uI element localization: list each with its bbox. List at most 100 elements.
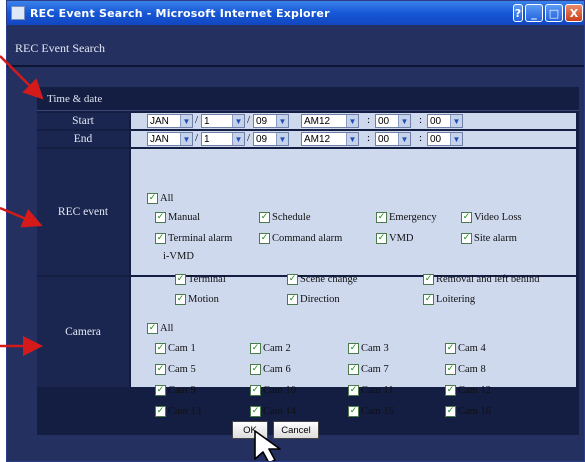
checkmark-icon: ✓ xyxy=(287,293,298,305)
cam-1-checkbox[interactable]: ✓ Cam 1 xyxy=(155,341,196,355)
date-separator: / xyxy=(247,132,251,144)
checkbox-label: Cam 11 xyxy=(361,384,394,396)
camera-all-checkbox[interactable]: ✓ All xyxy=(147,321,173,335)
cam-10-checkbox[interactable]: ✓ Cam 10 xyxy=(250,383,296,397)
end-label: End xyxy=(37,131,129,147)
start-minute-select[interactable]: 00 ▼ xyxy=(375,114,411,128)
start-hour-select[interactable]: AM12 ▼ xyxy=(301,114,359,128)
end-month-value: JAN xyxy=(150,133,169,145)
checkbox-label: Cam 7 xyxy=(361,363,389,375)
ivmd-direction-checkbox[interactable]: ✓ Direction xyxy=(287,292,340,306)
cam-9-checkbox[interactable]: ✓ Cam 9 xyxy=(155,383,196,397)
page-title: REC Event Search xyxy=(15,41,105,55)
checkmark-icon: ✓ xyxy=(287,273,298,285)
event-vmd-checkbox[interactable]: ✓ VMD xyxy=(376,231,414,245)
end-second-value: 00 xyxy=(430,133,442,145)
cam-6-checkbox[interactable]: ✓ Cam 6 xyxy=(250,362,291,376)
end-hour-select[interactable]: AM12 ▼ xyxy=(301,132,359,146)
date-separator: / xyxy=(195,132,199,144)
checkbox-label: All xyxy=(160,322,174,334)
event-manual-checkbox[interactable]: ✓ Manual xyxy=(155,210,200,224)
checkmark-icon: ✓ xyxy=(155,211,166,223)
chevron-down-icon: ▼ xyxy=(450,115,462,127)
close-button[interactable]: X xyxy=(565,4,583,22)
checkbox-label: All xyxy=(160,192,174,204)
cam-2-checkbox[interactable]: ✓ Cam 2 xyxy=(250,341,291,355)
checkmark-icon: ✓ xyxy=(259,211,270,223)
title-bar: REC Event Search - Microsoft Internet Ex… xyxy=(7,1,584,25)
checkmark-icon: ✓ xyxy=(348,342,359,354)
event-terminal-alarm-checkbox[interactable]: ✓ Terminal alarm xyxy=(155,231,232,245)
start-month-value: JAN xyxy=(150,115,169,127)
checkbox-label: Cam 9 xyxy=(168,384,196,396)
event-command-alarm-checkbox[interactable]: ✓ Command alarm xyxy=(259,231,342,245)
event-schedule-checkbox[interactable]: ✓ Schedule xyxy=(259,210,311,224)
time-separator: : xyxy=(367,114,371,126)
checkmark-icon: ✓ xyxy=(250,342,261,354)
start-label: Start xyxy=(37,113,129,129)
end-second-select[interactable]: 00 ▼ xyxy=(427,132,463,146)
checkbox-label: Removal and left behind xyxy=(436,273,540,285)
divider xyxy=(7,65,584,67)
ivmd-scene-change-checkbox[interactable]: ✓ Scene change xyxy=(287,272,357,286)
checkbox-label: Video Loss xyxy=(474,211,522,223)
chevron-down-icon: ▼ xyxy=(180,115,192,127)
help-button[interactable]: ? xyxy=(513,4,523,22)
event-emergency-checkbox[interactable]: ✓ Emergency xyxy=(376,210,437,224)
checkmark-icon: ✓ xyxy=(348,405,359,417)
start-day-select[interactable]: 1 ▼ xyxy=(201,114,245,128)
cam-3-checkbox[interactable]: ✓ Cam 3 xyxy=(348,341,389,355)
cam-5-checkbox[interactable]: ✓ Cam 5 xyxy=(155,362,196,376)
start-month-select[interactable]: JAN ▼ xyxy=(147,114,193,128)
ivmd-terminal-checkbox[interactable]: ✓ Terminal xyxy=(175,272,226,286)
maximize-button[interactable]: □ xyxy=(545,4,563,22)
event-video-loss-checkbox[interactable]: ✓ Video Loss xyxy=(461,210,522,224)
checkmark-icon: ✓ xyxy=(155,405,166,417)
ivmd-loitering-checkbox[interactable]: ✓ Loitering xyxy=(423,292,475,306)
checkmark-icon: ✓ xyxy=(147,192,158,204)
cam-11-checkbox[interactable]: ✓ Cam 11 xyxy=(348,383,394,397)
camera-label: Camera xyxy=(37,277,129,387)
cam-7-checkbox[interactable]: ✓ Cam 7 xyxy=(348,362,389,376)
start-second-select[interactable]: 00 ▼ xyxy=(427,114,463,128)
chevron-down-icon: ▼ xyxy=(276,133,288,145)
cam-12-checkbox[interactable]: ✓ Cam 12 xyxy=(445,383,491,397)
time-separator: : xyxy=(367,132,371,144)
end-day-select[interactable]: 1 ▼ xyxy=(201,132,245,146)
end-minute-select[interactable]: 00 ▼ xyxy=(375,132,411,146)
event-all-checkbox[interactable]: ✓ All xyxy=(147,191,173,205)
date-separator: / xyxy=(195,114,199,126)
cam-8-checkbox[interactable]: ✓ Cam 8 xyxy=(445,362,486,376)
checkmark-icon: ✓ xyxy=(155,384,166,396)
cam-13-checkbox[interactable]: ✓ Cam 13 xyxy=(155,404,201,418)
ivmd-motion-checkbox[interactable]: ✓ Motion xyxy=(175,292,219,306)
checkmark-icon: ✓ xyxy=(259,232,270,244)
checkmark-icon: ✓ xyxy=(175,273,186,285)
start-year-select[interactable]: 09 ▼ xyxy=(253,114,289,128)
end-month-select[interactable]: JAN ▼ xyxy=(147,132,193,146)
checkmark-icon: ✓ xyxy=(461,211,472,223)
cam-16-checkbox[interactable]: ✓ Cam 16 xyxy=(445,404,491,418)
start-minute-value: 00 xyxy=(378,115,390,127)
end-hour-value: AM12 xyxy=(304,133,331,145)
checkbox-label: Terminal alarm xyxy=(168,232,233,244)
checkbox-label: Cam 5 xyxy=(168,363,196,375)
cam-14-checkbox[interactable]: ✓ Cam 14 xyxy=(250,404,296,418)
event-site-alarm-checkbox[interactable]: ✓ Site alarm xyxy=(461,231,517,245)
minimize-button[interactable]: _ xyxy=(525,4,543,22)
start-second-value: 00 xyxy=(430,115,442,127)
page-body: REC Event Search Time & date Start End R… xyxy=(7,25,584,461)
ivmd-removal-checkbox[interactable]: ✓ Removal and left behind xyxy=(423,272,540,286)
time-date-header: Time & date xyxy=(37,87,579,111)
checkbox-label: Loitering xyxy=(436,293,476,305)
checkmark-icon: ✓ xyxy=(155,342,166,354)
start-day-value: 1 xyxy=(204,115,210,127)
cam-4-checkbox[interactable]: ✓ Cam 4 xyxy=(445,341,486,355)
end-year-select[interactable]: 09 ▼ xyxy=(253,132,289,146)
checkmark-icon: ✓ xyxy=(147,322,158,334)
start-hour-value: AM12 xyxy=(304,115,331,127)
end-year-value: 09 xyxy=(256,133,268,145)
browser-window: REC Event Search - Microsoft Internet Ex… xyxy=(6,0,585,462)
checkbox-label: Cam 12 xyxy=(458,384,491,396)
cam-15-checkbox[interactable]: ✓ Cam 15 xyxy=(348,404,394,418)
